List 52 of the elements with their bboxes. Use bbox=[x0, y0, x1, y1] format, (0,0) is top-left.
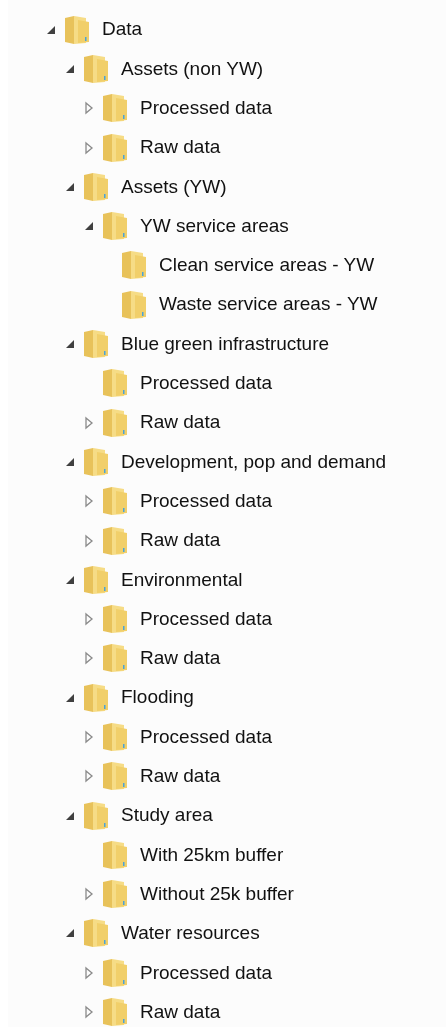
folder-name[interactable]: Study area bbox=[121, 801, 213, 830]
folder-icon bbox=[102, 525, 128, 556]
folder-icon bbox=[83, 446, 109, 477]
folder-name[interactable]: Data bbox=[102, 15, 143, 44]
folder-name[interactable]: Raw data bbox=[140, 997, 221, 1027]
folder-name[interactable]: Development, pop and demand bbox=[121, 447, 387, 477]
folder-icon bbox=[83, 329, 109, 359]
folder-icon bbox=[121, 289, 147, 320]
folder-icon bbox=[102, 643, 128, 674]
folder-name[interactable]: Raw data bbox=[140, 644, 221, 673]
folder-name[interactable]: Environmental bbox=[121, 565, 243, 595]
folder-name[interactable]: Assets (non YW) bbox=[121, 54, 264, 84]
folder-name[interactable]: Raw data bbox=[140, 526, 221, 555]
folder-name[interactable]: Processed data bbox=[140, 604, 273, 634]
folder-name[interactable]: Raw data bbox=[140, 762, 221, 791]
folder-icon bbox=[102, 93, 128, 124]
folder-name[interactable]: With 25km buffer bbox=[140, 840, 284, 870]
folder-icon bbox=[64, 14, 90, 45]
folder-name[interactable]: Assets (YW) bbox=[121, 172, 227, 202]
folder-icon bbox=[102, 604, 128, 635]
folder-name[interactable]: Processed data bbox=[140, 722, 273, 752]
folder-icon bbox=[102, 761, 128, 792]
folder-name[interactable]: Processed data bbox=[140, 94, 273, 123]
folder-name[interactable]: Processed data bbox=[140, 486, 273, 516]
folder-icon bbox=[83, 564, 109, 595]
folder-name[interactable]: Raw data bbox=[140, 408, 221, 437]
folder-icon bbox=[121, 250, 147, 281]
folder-icon bbox=[102, 368, 128, 399]
folder-icon bbox=[102, 957, 128, 988]
folder-name[interactable]: Without 25k buffer bbox=[140, 879, 294, 909]
folder-icon bbox=[102, 997, 128, 1027]
folder-name[interactable]: Processed data bbox=[140, 958, 273, 987]
folder-icon bbox=[83, 53, 109, 84]
folder-name[interactable]: Raw data bbox=[140, 133, 221, 162]
folder-icon bbox=[102, 486, 128, 517]
folder-icon bbox=[102, 211, 128, 242]
folder-icon bbox=[83, 918, 109, 949]
folder-icon bbox=[102, 722, 128, 752]
folder-icon bbox=[102, 407, 128, 438]
folder-name[interactable]: Flooding bbox=[121, 683, 194, 712]
folder-name[interactable]: Water resources bbox=[121, 919, 260, 948]
folder-icon bbox=[83, 800, 109, 831]
folder-icon bbox=[102, 879, 128, 910]
folder-icon bbox=[102, 839, 128, 870]
folder-name[interactable]: Processed data bbox=[140, 369, 273, 398]
folder-icon bbox=[102, 132, 128, 163]
folder-icon bbox=[83, 682, 109, 713]
folder-name[interactable]: YW service areas bbox=[140, 211, 289, 241]
folder-name[interactable]: Blue green infrastructure bbox=[121, 329, 330, 359]
folder-name[interactable]: Clean service areas - YW bbox=[159, 251, 375, 280]
folder-icon bbox=[83, 171, 109, 202]
folder-name[interactable]: Waste service areas - YW bbox=[159, 290, 378, 319]
